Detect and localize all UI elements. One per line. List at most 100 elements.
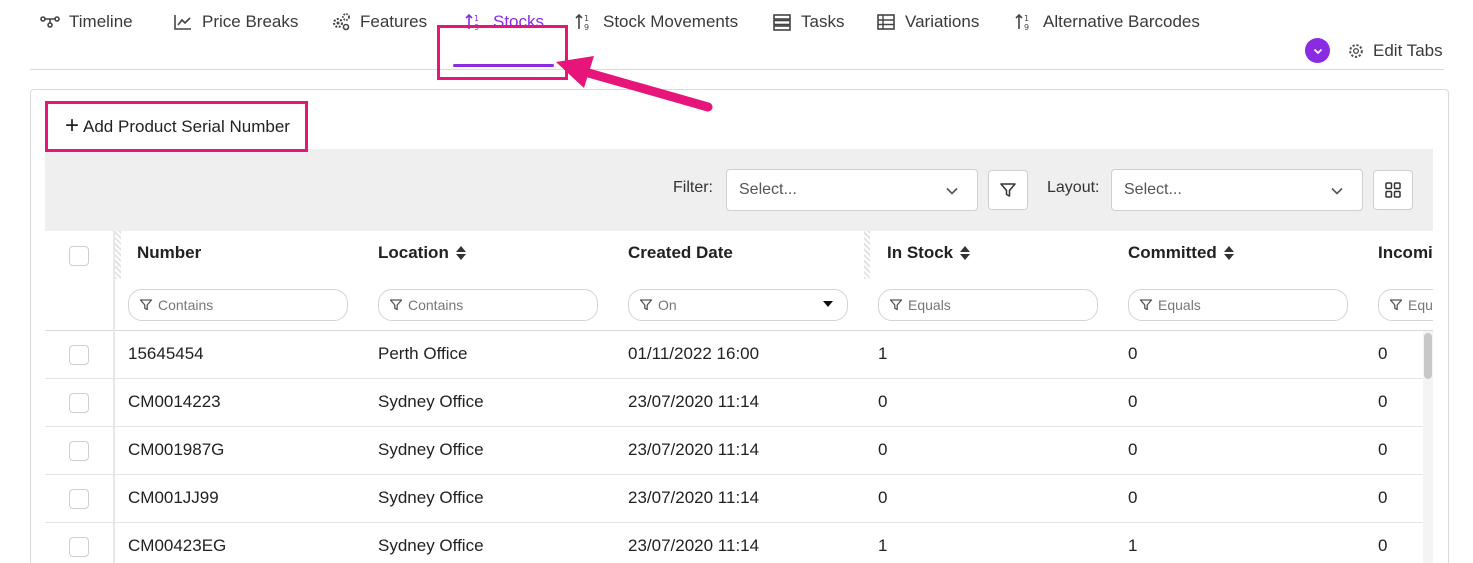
tab-price-breaks[interactable]: Price Breaks <box>173 0 298 44</box>
cell-location: Sydney Office <box>378 488 484 507</box>
cell-number: CM001987G <box>128 440 225 459</box>
column-header-incoming[interactable]: Incomi <box>1378 243 1433 263</box>
filter-input-incoming[interactable]: Equ <box>1378 289 1433 321</box>
column-header-location[interactable]: Location <box>378 243 467 263</box>
filter-input-committed[interactable]: Equals <box>1128 289 1348 321</box>
cell-incoming: 0 <box>1378 488 1388 507</box>
sort-icon <box>455 246 466 260</box>
filter-select[interactable]: Select... <box>726 169 978 211</box>
svg-text:1: 1 <box>584 14 589 23</box>
gears-icon <box>333 13 350 31</box>
svg-text:1: 1 <box>474 14 479 23</box>
filter-input-in-stock[interactable]: Equals <box>878 289 1098 321</box>
cell-location: Sydney Office <box>378 536 484 555</box>
tab-label: Features <box>360 12 428 31</box>
table-row[interactable]: 15645454 Perth Office 01/11/2022 16:00 1… <box>45 331 1423 379</box>
tab-timeline[interactable]: Timeline <box>40 0 133 44</box>
filter-icon <box>1139 299 1153 311</box>
tab-features[interactable]: Features <box>331 0 427 44</box>
filter-icon <box>889 299 903 311</box>
cell-incoming: 0 <box>1378 440 1388 459</box>
tab-stock-movements[interactable]: 19 Stock Movements <box>574 0 738 44</box>
svg-text:9: 9 <box>584 23 589 32</box>
add-button-label: Add Product Serial Number <box>83 117 290 136</box>
cell-committed: 1 <box>1128 536 1138 555</box>
column-resizer[interactable] <box>115 231 121 279</box>
tab-tasks[interactable]: Tasks <box>772 0 844 44</box>
tab-alternative-barcodes[interactable]: 19 Alternative Barcodes <box>1014 0 1200 44</box>
table-row[interactable]: CM001987G Sydney Office 23/07/2020 11:14… <box>45 427 1423 475</box>
filter-input-location[interactable]: Contains <box>378 289 598 321</box>
apply-filter-button[interactable] <box>988 170 1028 210</box>
column-header-label: Created Date <box>628 243 733 262</box>
cell-number: 15645454 <box>128 344 204 363</box>
cell-committed: 0 <box>1128 440 1138 459</box>
column-header-label: Number <box>137 243 202 262</box>
select-all-checkbox[interactable] <box>69 246 89 266</box>
tab-label: Price Breaks <box>202 12 299 31</box>
column-header-created-date[interactable]: Created Date <box>628 243 733 263</box>
column-header-label: In Stock <box>887 243 954 262</box>
tab-label: Timeline <box>69 12 133 31</box>
sort-numeric-icon: 19 <box>465 13 479 32</box>
cell-created-date: 23/07/2020 11:14 <box>628 440 760 459</box>
column-header-label: Incomi <box>1378 243 1433 262</box>
svg-text:9: 9 <box>1024 23 1029 32</box>
tab-stocks[interactable]: 19 Stocks <box>464 0 544 44</box>
filter-icon <box>1389 299 1403 311</box>
row-checkbox[interactable] <box>69 345 89 365</box>
cell-created-date: 23/07/2020 11:14 <box>628 488 760 507</box>
layout-select[interactable]: Select... <box>1111 169 1363 211</box>
row-checkbox[interactable] <box>69 393 89 413</box>
table-row[interactable]: CM0014223 Sydney Office 23/07/2020 11:14… <box>45 379 1423 427</box>
column-header-in-stock[interactable]: In Stock <box>887 243 971 263</box>
table-row[interactable]: CM00423EG Sydney Office 23/07/2020 11:14… <box>45 523 1423 563</box>
row-checkbox[interactable] <box>69 489 89 509</box>
cell-number: CM00423EG <box>128 536 227 555</box>
server-icon <box>773 14 791 31</box>
cell-incoming: 0 <box>1378 392 1388 411</box>
column-header-label: Location <box>378 243 449 262</box>
tab-variations[interactable]: Variations <box>876 0 979 44</box>
filter-placeholder: On <box>658 297 677 313</box>
table-icon <box>877 14 895 30</box>
filter-input-number[interactable]: Contains <box>128 289 348 321</box>
filter-icon <box>639 299 653 311</box>
column-resizer[interactable] <box>864 231 870 279</box>
tab-label: Alternative Barcodes <box>1043 12 1200 31</box>
cell-in-stock: 1 <box>878 536 888 555</box>
cell-in-stock: 0 <box>878 488 888 507</box>
edit-tabs-button[interactable]: Edit Tabs <box>1347 38 1443 64</box>
layout-select-value: Select... <box>1124 181 1182 198</box>
tab-label: Stocks <box>493 12 545 31</box>
filter-select-value: Select... <box>739 181 797 198</box>
table-row[interactable]: CM001JJ99 Sydney Office 23/07/2020 11:14… <box>45 475 1423 523</box>
row-checkbox[interactable] <box>69 537 89 557</box>
cell-in-stock: 0 <box>878 392 888 411</box>
filter-placeholder: Equ <box>1408 297 1433 313</box>
filter-placeholder: Equals <box>1158 297 1201 313</box>
column-header-number[interactable]: Number <box>137 243 201 263</box>
cell-location: Sydney Office <box>378 392 484 411</box>
filter-placeholder: Contains <box>158 297 214 313</box>
column-header-committed[interactable]: Committed <box>1128 243 1235 263</box>
row-checkbox[interactable] <box>69 441 89 461</box>
cell-created-date: 01/11/2022 16:00 <box>628 344 760 363</box>
svg-text:9: 9 <box>474 23 479 32</box>
add-product-serial-number-button[interactable]: + Add Product Serial Number <box>65 112 290 142</box>
cell-in-stock: 0 <box>878 440 888 459</box>
caret-down-icon[interactable] <box>823 301 833 307</box>
sort-numeric-icon: 19 <box>1015 13 1029 32</box>
sort-icon <box>1223 246 1234 260</box>
column-header-label: Committed <box>1128 243 1217 262</box>
chevron-down-icon <box>946 187 958 195</box>
filter-input-created-date[interactable]: On <box>628 289 848 321</box>
cell-created-date: 23/07/2020 11:14 <box>628 536 760 555</box>
chart-line-icon <box>174 15 191 30</box>
tabs-dropdown-button[interactable] <box>1305 38 1330 63</box>
layout-options-button[interactable] <box>1373 170 1413 210</box>
filter-placeholder: Contains <box>408 297 464 313</box>
chevron-down-icon <box>1313 48 1322 54</box>
timeline-icon <box>40 16 60 28</box>
scrollbar-thumb[interactable] <box>1424 333 1432 379</box>
